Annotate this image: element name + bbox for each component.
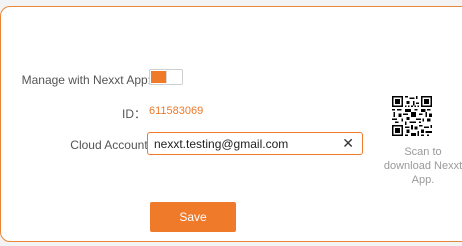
- cloud-account-input[interactable]: [154, 135, 334, 152]
- settings-panel: Manage with Nexxt App: ID： 611583069 Clo…: [0, 6, 462, 242]
- cloud-account-field: ✕: [147, 132, 363, 155]
- clear-icon[interactable]: ✕: [342, 135, 354, 152]
- manage-with-app-toggle[interactable]: [149, 69, 183, 85]
- manage-with-app-label: Manage with Nexxt App:: [21, 73, 151, 87]
- save-button[interactable]: Save: [150, 202, 236, 232]
- qr-code-icon: [392, 96, 432, 136]
- id-value: 611583069: [149, 105, 204, 117]
- cloud-account-label: Cloud Account:: [70, 138, 151, 152]
- toggle-knob: [166, 71, 181, 83]
- qr-caption: Scan to download Nexxt App.: [383, 146, 462, 186]
- toggle-on-fill: [151, 71, 167, 83]
- id-label: ID：: [121, 107, 146, 121]
